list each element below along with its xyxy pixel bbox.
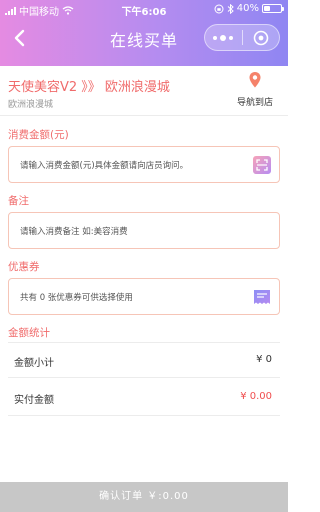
more-dots-icon <box>213 34 234 41</box>
status-bar: 中国移动 下午6:06 40% <box>0 0 288 18</box>
mini-program-capsule <box>204 24 280 51</box>
confirm-order-button[interactable]: 确认订单 ￥:0.00 <box>0 482 288 512</box>
summary-title: 金额统计 <box>8 327 50 339</box>
top-bar: 中国移动 下午6:06 40% 在线买单 <box>0 0 288 66</box>
paid-value: ¥ 0.00 <box>240 391 272 402</box>
battery-percent: 40% <box>236 3 259 14</box>
bluetooth-icon <box>227 3 234 14</box>
target-circle-icon <box>253 30 269 45</box>
status-right: 40% <box>214 3 284 14</box>
rotation-lock-icon <box>214 4 224 13</box>
close-button[interactable] <box>243 25 280 50</box>
nav-bar: 在线买单 <box>0 18 288 58</box>
paid-label: 实付金额 <box>14 395 54 406</box>
remark-placeholder: 请输入消费备注 如:美容消费 <box>20 227 128 237</box>
more-button[interactable] <box>205 25 242 50</box>
remark-field[interactable]: 请输入消费备注 如:美容消费 <box>8 212 280 249</box>
scan-icon[interactable] <box>253 156 271 174</box>
coupon-text: 共有 0 张优惠券可供选择使用 <box>20 293 133 303</box>
paid-row: 实付金额 ¥ 0.00 <box>8 380 280 416</box>
subtotal-value: ¥ 0 <box>256 354 272 365</box>
navigate-to-store-button[interactable]: 导航到店 <box>230 71 280 108</box>
store-header: 天使美容V2 》》 欧洲浪漫城 欧洲浪漫城 导航到店 <box>0 66 288 116</box>
battery-fill <box>264 6 271 11</box>
amount-placeholder: 请输入消费金额(元)具体金额请向店员询问。 <box>20 161 189 171</box>
navigate-label: 导航到店 <box>236 98 273 108</box>
subtotal-label: 金额小计 <box>14 358 54 369</box>
remark-label: 备注 <box>8 195 29 207</box>
location-pin-icon <box>249 72 261 88</box>
battery-icon <box>262 4 284 13</box>
coupon-ticket-icon[interactable] <box>253 288 271 306</box>
store-subtitle: 欧洲浪漫城 <box>8 100 54 110</box>
amount-label: 消费金额(元) <box>8 129 69 141</box>
store-name: 天使美容V2 》》 欧洲浪漫城 <box>8 80 170 95</box>
amount-field[interactable]: 请输入消费金额(元)具体金额请向店员询问。 <box>8 146 280 183</box>
coupon-label: 优惠券 <box>8 261 40 273</box>
coupon-field[interactable]: 共有 0 张优惠券可供选择使用 <box>8 278 280 315</box>
subtotal-row: 金额小计 ¥ 0 <box>8 342 280 378</box>
